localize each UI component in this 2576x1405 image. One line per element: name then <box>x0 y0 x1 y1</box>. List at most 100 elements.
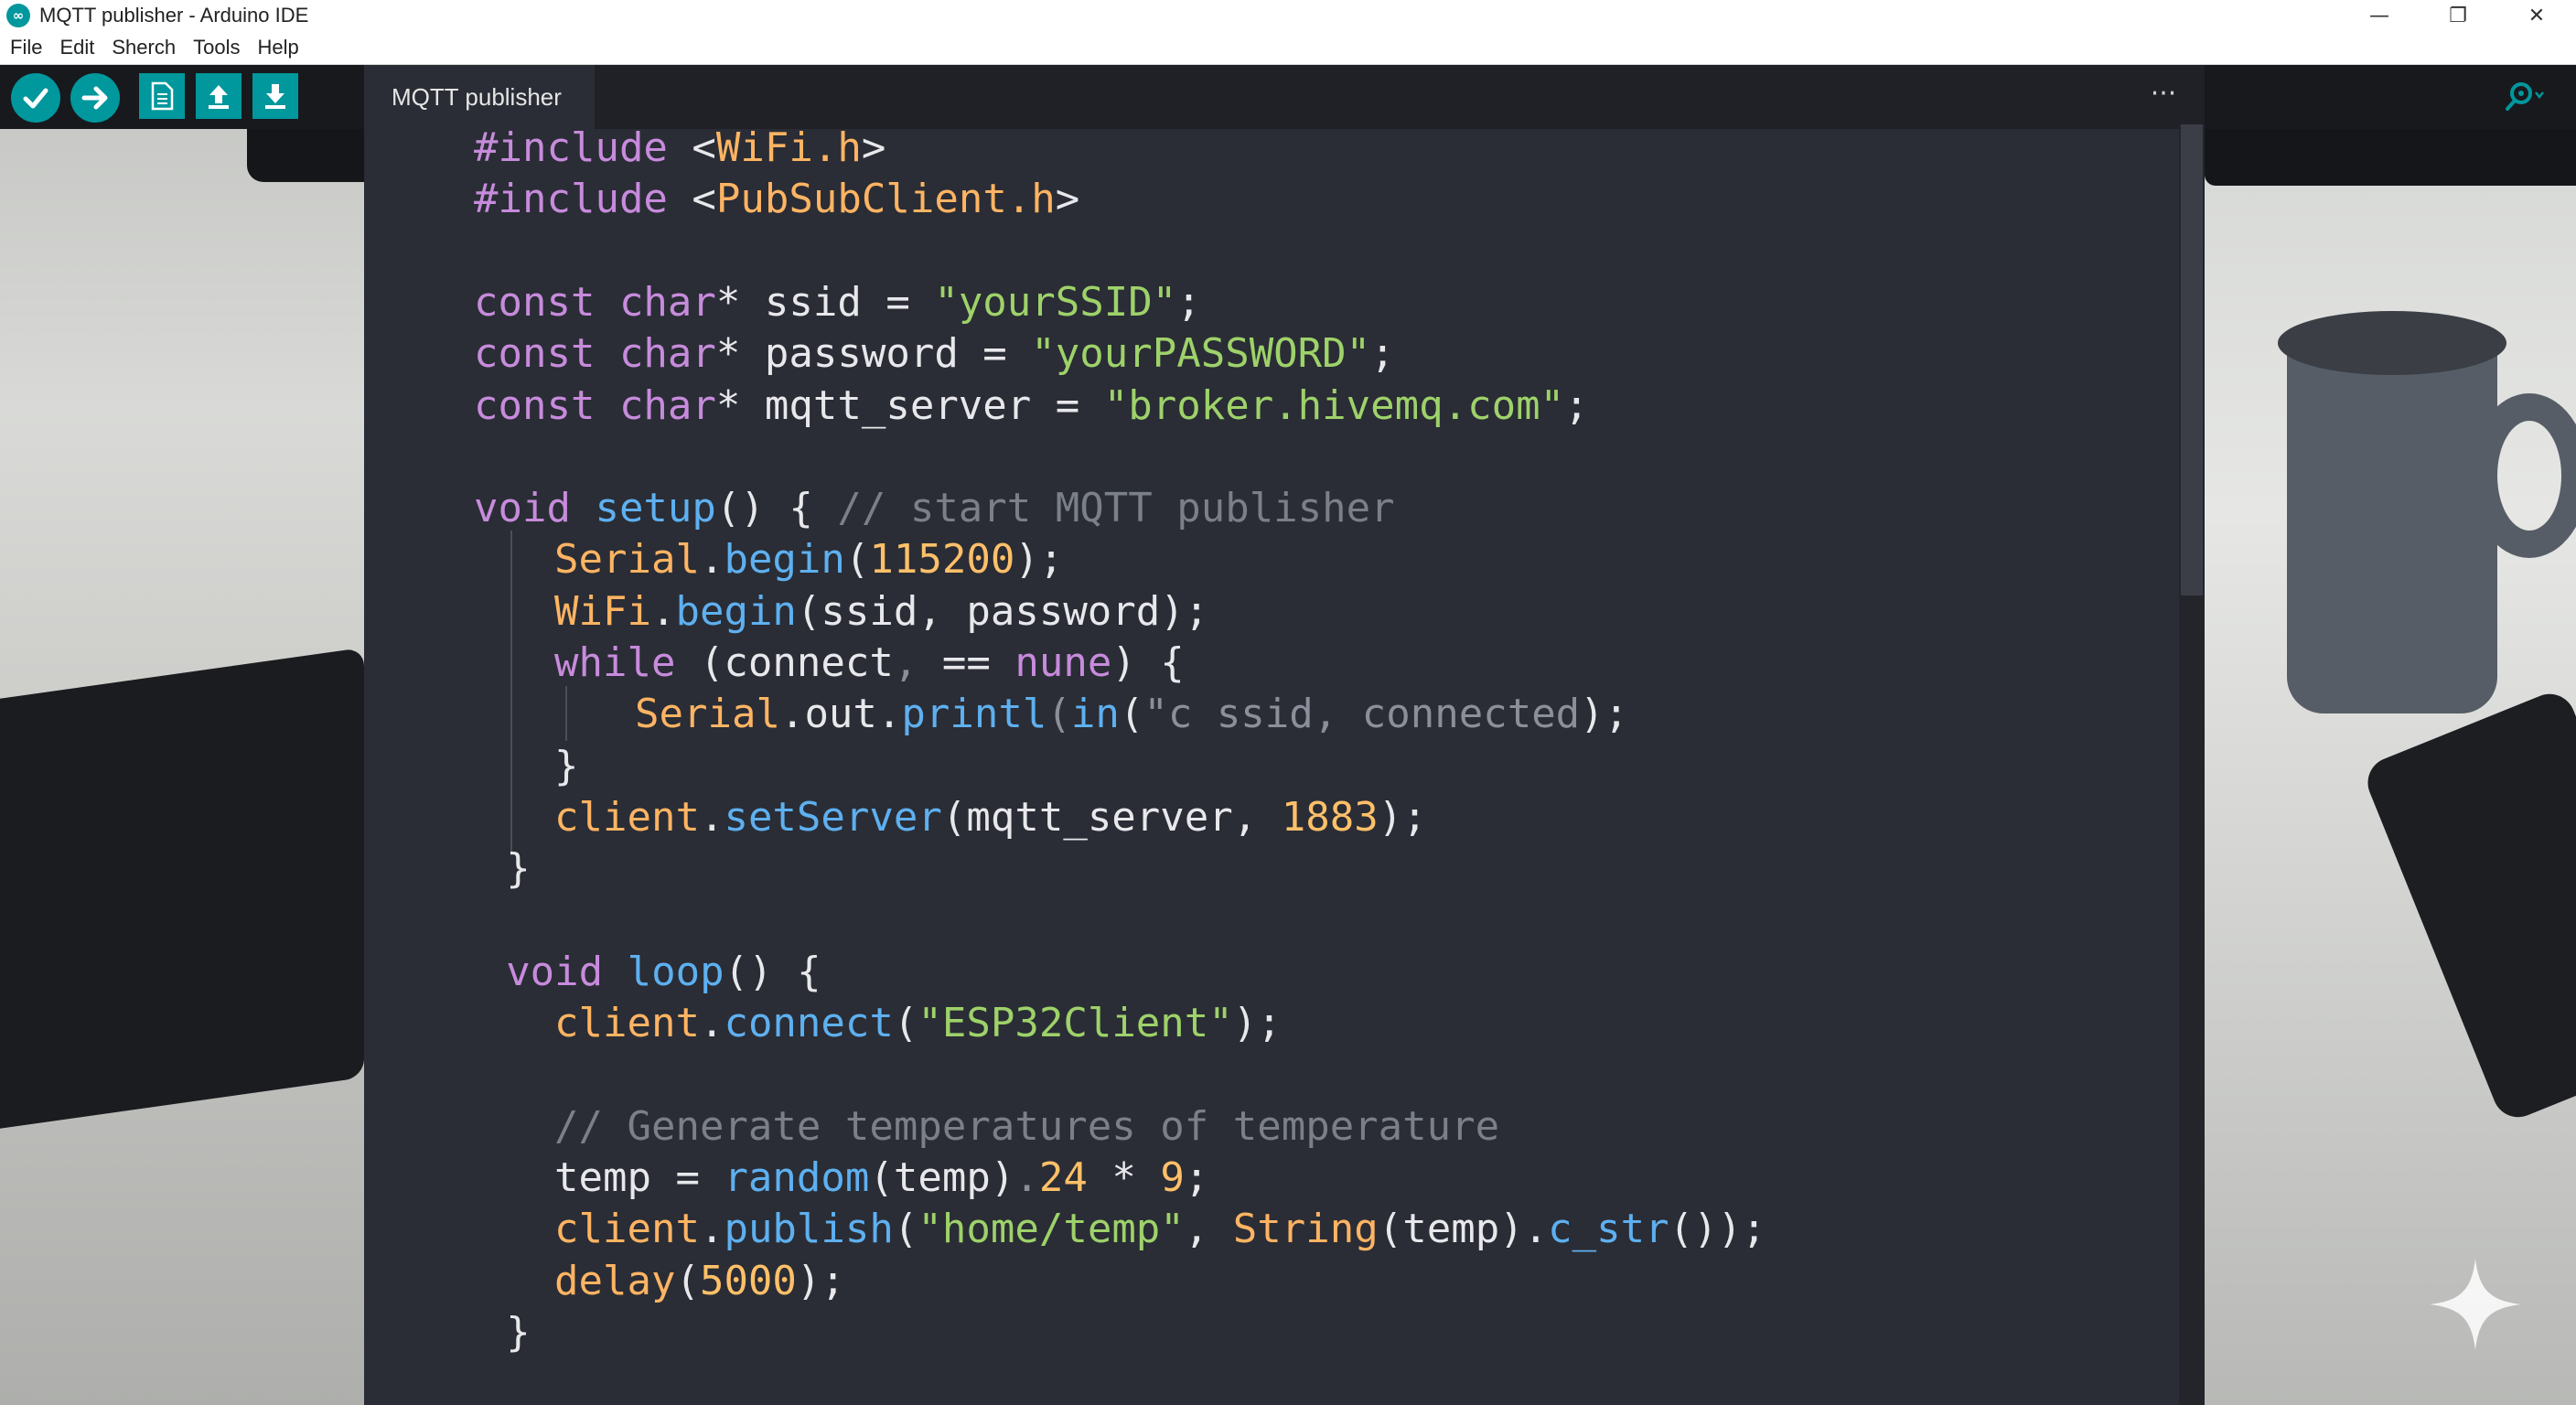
code-token: ( <box>1046 691 1071 738</box>
code-token: < <box>692 124 716 171</box>
restore-icon[interactable]: ❐ <box>2419 0 2497 31</box>
code-token: . <box>699 536 724 584</box>
code-token: ( <box>1119 691 1144 738</box>
menu-file[interactable]: File <box>10 36 42 59</box>
code-line-loop-close: } <box>506 1307 531 1358</box>
window-controls: — ❐ ✕ <box>2340 0 2576 31</box>
code-token: } <box>506 1308 531 1356</box>
code-line-wifi-begin: WiFi.begin(ssid, password); <box>554 586 1208 638</box>
code-token: "home/temp" <box>918 1206 1185 1253</box>
code-token: delay <box>554 1257 676 1304</box>
code-token: ( <box>675 1257 700 1304</box>
code-line-include-pubsub: #include <PubSubClient.h> <box>474 174 1079 225</box>
code-line-delay-call: delay(5000); <box>554 1256 845 1307</box>
minimize-icon[interactable]: — <box>2340 0 2419 31</box>
code-token: , <box>1184 1206 1233 1253</box>
code-token: void <box>506 948 628 995</box>
code-token: > <box>1055 176 1080 223</box>
code-token: // Generate temperatures of temperature <box>554 1102 1500 1150</box>
code-token: begin <box>724 536 845 584</box>
code-line-server-decl: const char* mqtt_server = "broker.hivemq… <box>474 381 1589 432</box>
keyboard-shape-left <box>0 647 364 1137</box>
code-token: ; <box>1184 1154 1209 1201</box>
open-up-arrow-icon <box>209 85 229 109</box>
editor-scrollbar-thumb[interactable] <box>2181 124 2203 595</box>
code-line-generate-comment: // Generate temperatures of temperature <box>554 1101 1499 1153</box>
code-line-setup-def: void setup() { // start MQTT publisher <box>474 483 1395 534</box>
code-token: > <box>861 124 886 171</box>
monitor-stand-shape-right <box>2205 129 2576 186</box>
serial-monitor-button[interactable] <box>2501 78 2545 116</box>
code-token: ; <box>1564 381 1589 429</box>
code-token: 9 <box>1160 1154 1185 1201</box>
code-line-serial-begin: Serial.begin(115200); <box>554 534 1063 585</box>
code-token: 24 <box>1038 1154 1088 1201</box>
code-line-client-publish: client.publish("home/temp", String(temp)… <box>554 1204 1766 1255</box>
upload-arrow-icon <box>81 86 108 110</box>
code-token: (mqtt_server, <box>941 793 1282 841</box>
code-token: client <box>554 793 700 841</box>
code-token: setServer <box>724 793 942 841</box>
code-token: ); <box>1014 536 1064 584</box>
code-token: begin <box>675 587 797 635</box>
menu-edit[interactable]: Edit <box>59 36 94 59</box>
code-token: () { <box>715 485 838 532</box>
code-token: client <box>554 1206 700 1253</box>
code-token: WiFi.h <box>715 124 862 171</box>
code-token: #include <box>474 124 692 171</box>
code-token: PubSubClient.h <box>715 176 1056 223</box>
code-token: connect <box>724 1000 894 1047</box>
mug-rim-shape <box>2278 311 2506 375</box>
code-token: "ESP32Client" <box>918 1000 1233 1047</box>
serial-monitor-magnifier-icon <box>2506 82 2544 111</box>
verify-button[interactable] <box>11 73 60 123</box>
code-token: 115200 <box>869 536 1015 584</box>
code-token: "c ssid, connected <box>1143 691 1581 738</box>
code-token: ( <box>893 1000 918 1047</box>
sparkle-watermark-icon <box>2430 1259 2521 1350</box>
code-token: 1883 <box>1281 793 1379 841</box>
open-sketch-button[interactable] <box>196 73 242 119</box>
code-token: publish <box>724 1206 894 1253</box>
new-sketch-button[interactable] <box>139 73 185 119</box>
close-icon[interactable]: ✕ <box>2497 0 2576 31</box>
code-token: . <box>699 1206 724 1253</box>
code-line-set-server: client.setServer(mqtt_server, 1883); <box>554 792 1427 843</box>
code-token: ( <box>844 536 870 584</box>
tab-strip <box>595 65 2205 129</box>
menu-help[interactable]: Help <box>257 36 298 59</box>
tab-mqtt-publisher[interactable]: MQTT publisher <box>364 65 595 129</box>
menu-sketch[interactable]: Sherch <box>112 36 176 59</box>
code-token: printl <box>901 691 1047 738</box>
code-token: random <box>724 1154 870 1201</box>
title-bar: ∞ MQTT publisher - Arduino IDE — ❐ ✕ <box>0 0 2576 31</box>
upload-button[interactable] <box>70 73 120 123</box>
code-token: (temp) <box>869 1154 1015 1201</box>
code-token: . <box>699 793 724 841</box>
code-line-while-close: } <box>554 741 579 792</box>
code-token: nune <box>1014 639 1112 686</box>
more-options-icon[interactable]: ··· <box>2141 80 2186 108</box>
code-line-ssid-decl: const char* ssid = "yourSSID"; <box>474 277 1201 328</box>
code-line-serial-print: Serial.out.printl(in("c ssid, connected)… <box>635 689 1628 740</box>
code-token: client <box>554 1000 700 1047</box>
code-token: "broker.hivemq.com" <box>1103 381 1565 429</box>
arduino-logo-icon: ∞ <box>6 4 30 27</box>
code-token: setup <box>595 485 716 532</box>
indent-guide <box>565 686 567 741</box>
code-token: in <box>1070 691 1120 738</box>
code-token: loop <box>627 948 724 995</box>
code-token: * <box>1087 1154 1161 1201</box>
code-token: "yourSSID" <box>934 278 1177 326</box>
code-line-temp-assign: temp = random(temp).24 * 9; <box>554 1153 1208 1204</box>
code-line-password-decl: const char* password = "yourPASSWORD"; <box>474 328 1395 380</box>
mug-shape <box>2287 329 2497 713</box>
menu-tools[interactable]: Tools <box>193 36 240 59</box>
code-token: * mqtt_server = <box>715 381 1104 429</box>
save-sketch-button[interactable] <box>252 73 298 119</box>
code-token: ; <box>1370 330 1395 378</box>
indent-guide <box>510 531 512 855</box>
code-token: } <box>506 845 531 893</box>
verify-check-icon <box>23 88 48 109</box>
code-token: . <box>1014 1154 1039 1201</box>
